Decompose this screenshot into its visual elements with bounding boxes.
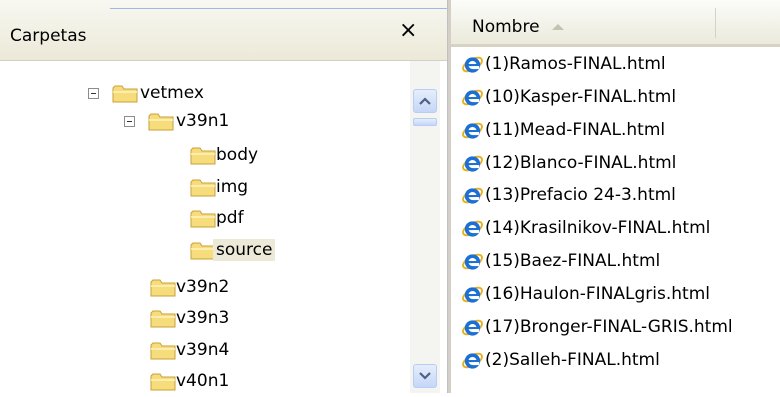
file-row[interactable]: (11)Mead-FINAL.html <box>461 114 665 146</box>
file-name: (12)Blanco-FINAL.html <box>485 153 677 173</box>
tree-item-v39n1[interactable]: v39n1 <box>0 107 410 137</box>
tree-item-v39n4[interactable]: v39n4 <box>0 336 410 366</box>
file-name: (2)Salleh-FINAL.html <box>485 350 660 370</box>
folders-pane-header: Carpetas × <box>0 0 447 61</box>
file-row[interactable]: (14)Krasilnikov-FINAL.html <box>461 212 710 244</box>
tree-item-label: v39n3 <box>176 308 230 328</box>
file-row[interactable]: (13)Prefacio 24-3.html <box>461 179 676 211</box>
ie-html-file-icon <box>461 316 484 339</box>
ie-html-file-icon <box>461 119 484 142</box>
scroll-down-button[interactable] <box>413 364 437 388</box>
ie-html-file-icon <box>461 250 484 273</box>
file-list-header: Nombre <box>451 0 780 47</box>
tree-item-body[interactable]: body <box>0 141 410 171</box>
arrow-up-icon <box>419 97 431 105</box>
close-folders-pane-button[interactable]: × <box>399 20 417 42</box>
column-divider[interactable] <box>715 8 716 38</box>
tree-item-vetmex[interactable]: vetmex <box>0 79 410 109</box>
folder-tree: vetmex v39n1 body img pdf source v39n2 v… <box>0 61 410 393</box>
tree-item-v39n3[interactable]: v39n3 <box>0 304 410 334</box>
file-row[interactable]: (15)Baez-FINAL.html <box>461 245 660 277</box>
ie-html-file-icon <box>461 86 484 109</box>
file-name: (14)Krasilnikov-FINAL.html <box>485 218 711 238</box>
file-name: (15)Baez-FINAL.html <box>485 251 661 271</box>
scroll-up-button[interactable] <box>413 89 437 113</box>
collapse-toggle[interactable] <box>124 116 135 127</box>
file-name: (1)Ramos-FINAL.html <box>485 54 666 74</box>
folder-icon <box>112 84 139 104</box>
ie-html-file-icon <box>461 217 484 240</box>
tree-item-source[interactable]: source <box>0 236 410 266</box>
header-divider <box>110 8 447 9</box>
folder-tree-scrollbar[interactable] <box>410 61 440 393</box>
tree-item-label: img <box>216 177 249 197</box>
tree-item-label: source <box>213 239 276 261</box>
ie-html-file-icon <box>461 152 484 175</box>
column-header-name[interactable]: Nombre <box>472 17 540 37</box>
file-name: (16)Haulon-FINALgris.html <box>485 284 711 304</box>
tree-item-label: v39n1 <box>176 111 230 131</box>
file-row[interactable]: (16)Haulon-FINALgris.html <box>461 278 710 310</box>
folder-icon <box>148 112 175 132</box>
sort-ascending-icon <box>552 24 564 30</box>
file-name: (17)Bronger-FINAL-GRIS.html <box>485 317 733 337</box>
tree-item-label: pdf <box>216 208 244 228</box>
folders-pane: Carpetas × vetmex v39n1 body img pdf sou… <box>0 0 447 393</box>
file-name: (11)Mead-FINAL.html <box>485 120 666 140</box>
folders-pane-title: Carpetas <box>10 26 87 46</box>
ie-html-file-icon <box>461 349 484 372</box>
scroll-thumb[interactable] <box>413 118 437 126</box>
file-row[interactable]: (10)Kasper-FINAL.html <box>461 81 676 113</box>
tree-item-label: v39n2 <box>176 277 230 297</box>
ie-html-file-icon <box>461 184 484 207</box>
collapse-toggle[interactable] <box>88 88 99 99</box>
file-row[interactable]: (1)Ramos-FINAL.html <box>461 48 666 80</box>
ie-html-file-icon <box>461 53 484 76</box>
file-row[interactable]: (17)Bronger-FINAL-GRIS.html <box>461 311 733 343</box>
file-name: (10)Kasper-FINAL.html <box>485 87 677 107</box>
file-row[interactable]: (2)Salleh-FINAL.html <box>461 344 660 376</box>
ie-html-file-icon <box>461 283 484 306</box>
tree-item-v39n2[interactable]: v39n2 <box>0 273 410 303</box>
tree-item-pdf[interactable]: pdf <box>0 204 410 234</box>
tree-item-label: v39n4 <box>176 340 230 360</box>
file-row[interactable]: (12)Blanco-FINAL.html <box>461 147 676 179</box>
tree-item-label: v40n1 <box>176 371 230 391</box>
files-pane: Nombre (1)Ramos-FINAL.html (10)Kasper-FI… <box>451 0 780 393</box>
tree-item-img[interactable]: img <box>0 173 410 203</box>
file-name: (13)Prefacio 24-3.html <box>485 185 676 205</box>
arrow-down-icon <box>419 372 431 380</box>
tree-item-label: body <box>216 145 259 165</box>
tree-item-label: vetmex <box>140 83 204 103</box>
